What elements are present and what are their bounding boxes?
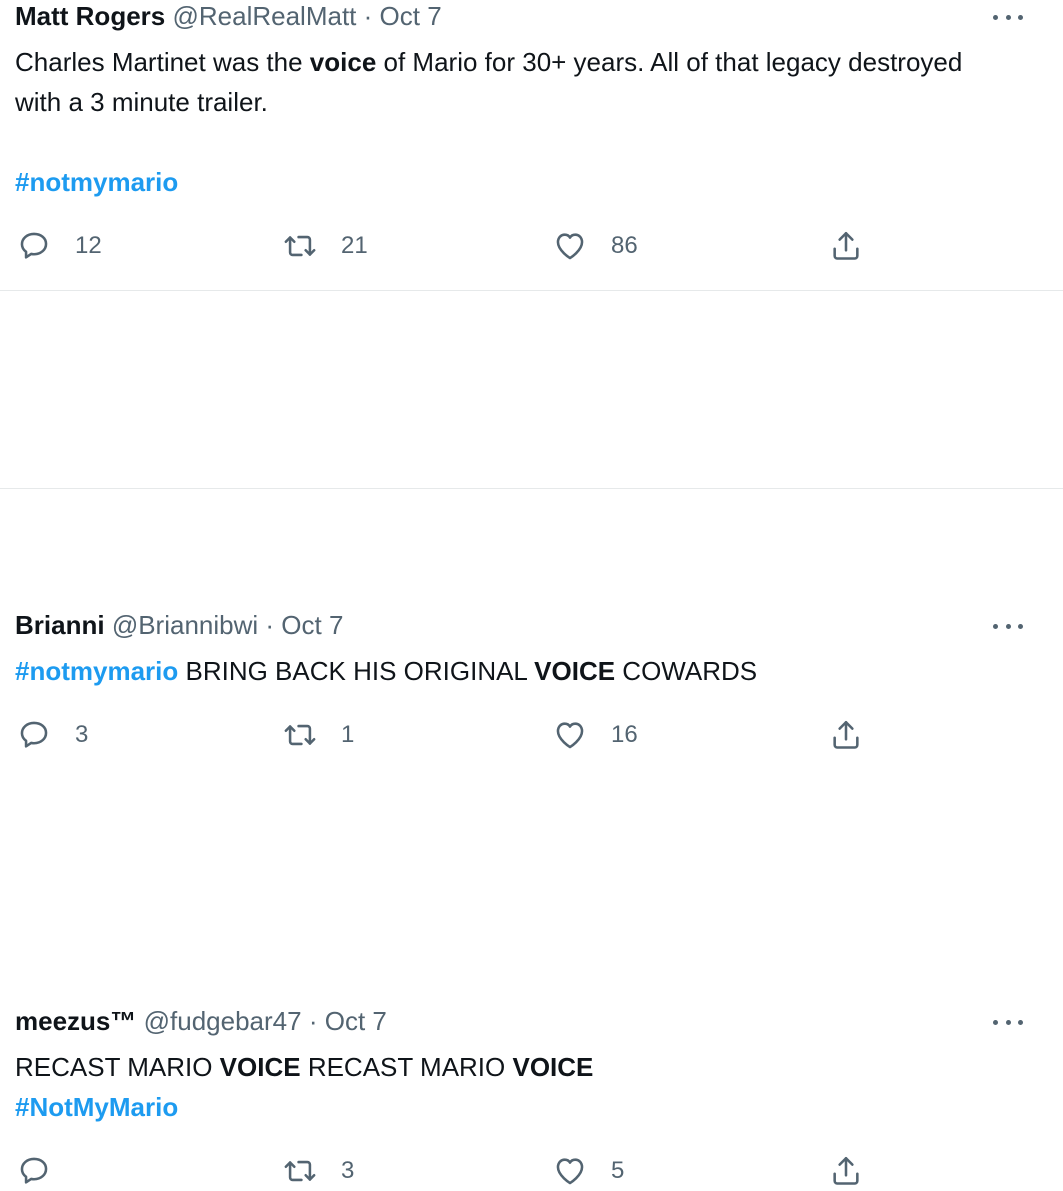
text-run-bold: voice — [309, 47, 377, 77]
retweet-icon — [284, 1160, 316, 1182]
reply-icon — [20, 1157, 48, 1184]
like-count: 86 — [611, 232, 638, 259]
reply-count: 12 — [75, 232, 102, 259]
like-count: 5 — [611, 1157, 625, 1184]
reply-button[interactable] — [17, 1151, 75, 1191]
share-icon — [833, 1156, 859, 1185]
text-run: Charles Martinet was the — [15, 47, 310, 77]
retweet-icon — [284, 235, 316, 257]
reply-count: 3 — [75, 721, 89, 748]
tweet[interactable]: Matt Rogers @RealRealMatt · Oct 7 Charle… — [0, 0, 1063, 290]
share-icon — [833, 231, 859, 260]
heart-icon — [556, 233, 584, 260]
tweet-text: RECAST MARIO VOICE RECAST MARIO VOICE #N… — [15, 1047, 1015, 1127]
more-icon[interactable] — [993, 1017, 1023, 1027]
share-icon — [833, 720, 859, 749]
text-run: RECAST MARIO — [15, 1052, 220, 1082]
reply-icon — [20, 232, 48, 259]
tweet-actions: 3 5 — [0, 1151, 1063, 1191]
like-button[interactable]: 86 — [553, 226, 638, 266]
tweet-actions: 12 21 86 — [0, 226, 1063, 266]
retweet-icon — [284, 724, 316, 746]
tweet[interactable]: meezus™ @fudgebar47 · Oct 7 RECAST MARIO… — [0, 488, 1063, 1185]
like-button[interactable]: 5 — [553, 1151, 624, 1191]
tweet-date[interactable]: Oct 7 — [380, 1, 442, 31]
tweet-header: meezus™ @fudgebar47 · Oct 7 — [15, 1005, 387, 1037]
author-name[interactable]: Matt Rogers — [15, 1, 165, 31]
hashtag-link[interactable]: #notmymario — [15, 167, 178, 197]
retweet-button[interactable]: 21 — [283, 226, 368, 266]
tweet[interactable]: Brianni @Briannibwi · Oct 7 #notmymario … — [0, 290, 1063, 749]
tweet-text: Charles Martinet was the voice of Mario … — [15, 42, 1015, 202]
author-name[interactable]: meezus™ — [15, 1006, 136, 1036]
reply-icon — [20, 721, 48, 748]
reply-button[interactable]: 12 — [17, 226, 102, 266]
heart-icon — [556, 1158, 584, 1185]
retweet-button[interactable]: 3 — [283, 1151, 354, 1191]
text-run: RECAST MARIO — [300, 1052, 513, 1082]
hashtag-link[interactable]: #NotMyMario — [15, 1092, 178, 1122]
tweet-date[interactable]: Oct 7 — [325, 1006, 387, 1036]
like-count: 16 — [611, 721, 638, 748]
text-run-bold: VOICE — [219, 1052, 301, 1082]
retweet-count: 3 — [341, 1157, 355, 1184]
author-handle[interactable]: @fudgebar47 — [144, 1006, 302, 1036]
retweet-count: 21 — [341, 232, 368, 259]
author-handle[interactable]: @RealRealMatt — [172, 1, 356, 31]
separator: · — [363, 1, 373, 31]
heart-icon — [556, 722, 584, 749]
share-button[interactable] — [829, 226, 863, 266]
retweet-count: 1 — [341, 721, 355, 748]
text-run-bold: VOICE — [512, 1052, 594, 1082]
separator: · — [308, 1006, 318, 1036]
more-icon[interactable] — [993, 12, 1023, 22]
tweet-header: Matt Rogers @RealRealMatt · Oct 7 — [15, 0, 442, 32]
share-button[interactable] — [829, 1151, 863, 1191]
